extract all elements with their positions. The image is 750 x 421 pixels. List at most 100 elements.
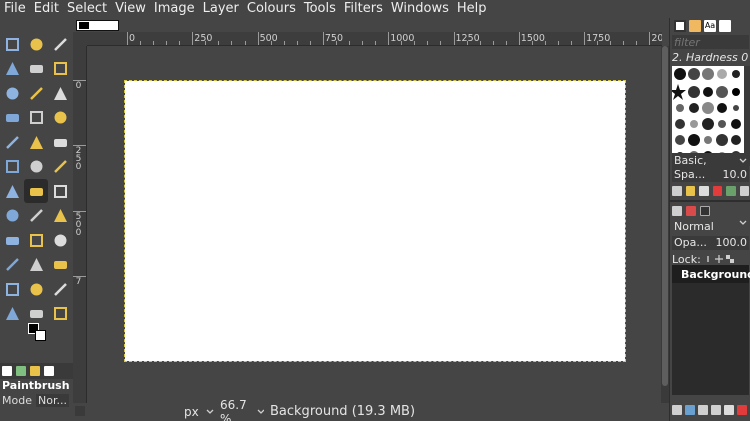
scissors-select-tool[interactable] xyxy=(48,57,72,81)
raise-layer-icon[interactable] xyxy=(698,405,708,415)
image-canvas[interactable] xyxy=(124,80,626,362)
pencil-tool[interactable] xyxy=(48,179,72,203)
chevron-down-icon xyxy=(257,409,264,414)
canvas-viewport[interactable] xyxy=(88,47,661,403)
horizontal-ruler[interactable]: 0 250 500 750 1000 1250 1500 1750 200 xyxy=(87,32,662,46)
new-layer-icon[interactable] xyxy=(672,405,682,415)
color-picker-tool[interactable] xyxy=(0,302,24,326)
refresh-brushes-icon[interactable] xyxy=(726,186,736,196)
menu-edit[interactable]: Edit xyxy=(30,0,63,18)
paths-tool[interactable] xyxy=(24,277,48,301)
warp-tool[interactable] xyxy=(24,155,48,179)
duplicate-brush-icon[interactable] xyxy=(699,186,709,196)
menu-layer[interactable]: Layer xyxy=(199,0,243,18)
zoom-tool[interactable] xyxy=(48,302,72,326)
crop-tool[interactable] xyxy=(0,106,24,130)
new-brush-icon[interactable] xyxy=(685,186,695,196)
menu-filters[interactable]: Filters xyxy=(340,0,387,18)
layer-mode-select[interactable]: Normal xyxy=(672,220,749,234)
channels-tab-icon[interactable] xyxy=(686,206,696,216)
mode-select[interactable]: Nor... xyxy=(35,394,69,407)
mypaint-brush-tool[interactable] xyxy=(48,204,72,228)
tool-options-tab-icon[interactable] xyxy=(2,366,12,376)
menu-select[interactable]: Select xyxy=(63,0,111,18)
eraser-tool[interactable] xyxy=(0,228,24,252)
move-tool[interactable] xyxy=(0,32,24,56)
brush-grid[interactable] xyxy=(672,66,744,166)
airbrush-tool[interactable] xyxy=(0,204,24,228)
fg-bg-color-selector[interactable] xyxy=(28,323,48,343)
fuzzy-select-tool[interactable] xyxy=(0,81,24,105)
menu-windows[interactable]: Windows xyxy=(387,0,453,18)
open-as-image-icon[interactable] xyxy=(739,186,749,196)
brush-spacing-slider[interactable]: Spa... 10.0 xyxy=(672,168,749,182)
brush-scrollbar[interactable] xyxy=(744,66,750,166)
shear-tool[interactable] xyxy=(0,130,24,154)
cage-tool[interactable] xyxy=(0,155,24,179)
free-select-tool[interactable] xyxy=(24,57,48,81)
lock-label: Lock: xyxy=(672,252,701,266)
menu-file[interactable]: File xyxy=(0,0,30,18)
gradient-tool[interactable] xyxy=(0,179,24,203)
background-color-swatch[interactable] xyxy=(35,330,46,341)
smudge-tool[interactable] xyxy=(24,253,48,277)
images-tab-icon[interactable] xyxy=(44,366,54,376)
align-tool[interactable] xyxy=(24,32,48,56)
delete-layer-icon[interactable] xyxy=(737,405,747,415)
delete-brush-icon[interactable] xyxy=(712,186,722,196)
navigate-icon[interactable] xyxy=(75,406,85,416)
perspective-tool[interactable] xyxy=(24,130,48,154)
patterns-tab-icon[interactable] xyxy=(689,20,701,32)
eyedropper-icon xyxy=(5,307,19,320)
foreground-select-tool[interactable] xyxy=(48,81,72,105)
brushes-tab-icon[interactable] xyxy=(674,20,686,32)
menu-tools[interactable]: Tools xyxy=(300,0,340,18)
menu-image[interactable]: Image xyxy=(150,0,199,18)
edit-brush-icon[interactable] xyxy=(672,186,682,196)
lock-pixels-icon[interactable] xyxy=(704,255,712,263)
brush-filter-input[interactable] xyxy=(672,35,749,49)
zoom-select[interactable]: 66.7 % xyxy=(220,398,264,421)
blur-tool[interactable] xyxy=(48,253,72,277)
paintbrush-tool[interactable] xyxy=(24,179,48,203)
lock-alpha-icon[interactable] xyxy=(725,255,734,263)
device-status-tab-icon[interactable] xyxy=(16,366,26,376)
ink-tool[interactable] xyxy=(24,204,48,228)
measure-tool[interactable] xyxy=(24,302,48,326)
rotate-tool[interactable] xyxy=(24,106,48,130)
ruler-corner[interactable] xyxy=(73,32,87,46)
document-history-tab-icon[interactable] xyxy=(719,20,731,32)
image-tab-thumbnail[interactable] xyxy=(76,19,119,31)
flip-tool[interactable] xyxy=(48,130,72,154)
duplicate-layer-icon[interactable] xyxy=(724,405,734,415)
vruler-tick-label: 7 xyxy=(75,276,82,287)
brush-preset-select[interactable]: Basic, xyxy=(672,153,749,168)
layer-row[interactable]: Background xyxy=(672,265,750,283)
vertical-scrollbar[interactable] xyxy=(661,46,669,403)
unit-select[interactable]: px xyxy=(181,404,217,420)
fonts-tab-icon[interactable]: Aa xyxy=(704,20,716,32)
scale-tool[interactable] xyxy=(48,106,72,130)
new-layer-group-icon[interactable] xyxy=(685,405,695,415)
dodge-burn-tool[interactable] xyxy=(0,277,24,301)
menu-colours[interactable]: Colours xyxy=(243,0,300,18)
layers-tab-icon[interactable] xyxy=(672,206,682,216)
bucket-fill-tool[interactable] xyxy=(48,155,72,179)
layer-opacity-slider[interactable]: Opa... 100.0 xyxy=(672,236,749,250)
vertical-ruler[interactable]: 0 2 5 0 5 0 0 7 xyxy=(73,46,87,403)
select-by-color-tool[interactable] xyxy=(24,81,48,105)
paths-tab-icon[interactable] xyxy=(700,206,710,216)
clone-tool[interactable] xyxy=(24,228,48,252)
heal-tool[interactable] xyxy=(0,253,24,277)
vertical-scrollbar-thumb[interactable] xyxy=(662,46,668,386)
dock-divider[interactable] xyxy=(670,200,750,202)
lock-position-icon[interactable] xyxy=(714,255,723,263)
rect-select-tool[interactable] xyxy=(48,32,72,56)
text-tool[interactable] xyxy=(48,277,72,301)
ellipse-select-tool[interactable] xyxy=(0,57,24,81)
menu-view[interactable]: View xyxy=(111,0,150,18)
lower-layer-icon[interactable] xyxy=(711,405,721,415)
undo-history-tab-icon[interactable] xyxy=(30,366,40,376)
menu-help[interactable]: Help xyxy=(453,0,491,18)
perspective-clone-tool[interactable] xyxy=(48,228,72,252)
